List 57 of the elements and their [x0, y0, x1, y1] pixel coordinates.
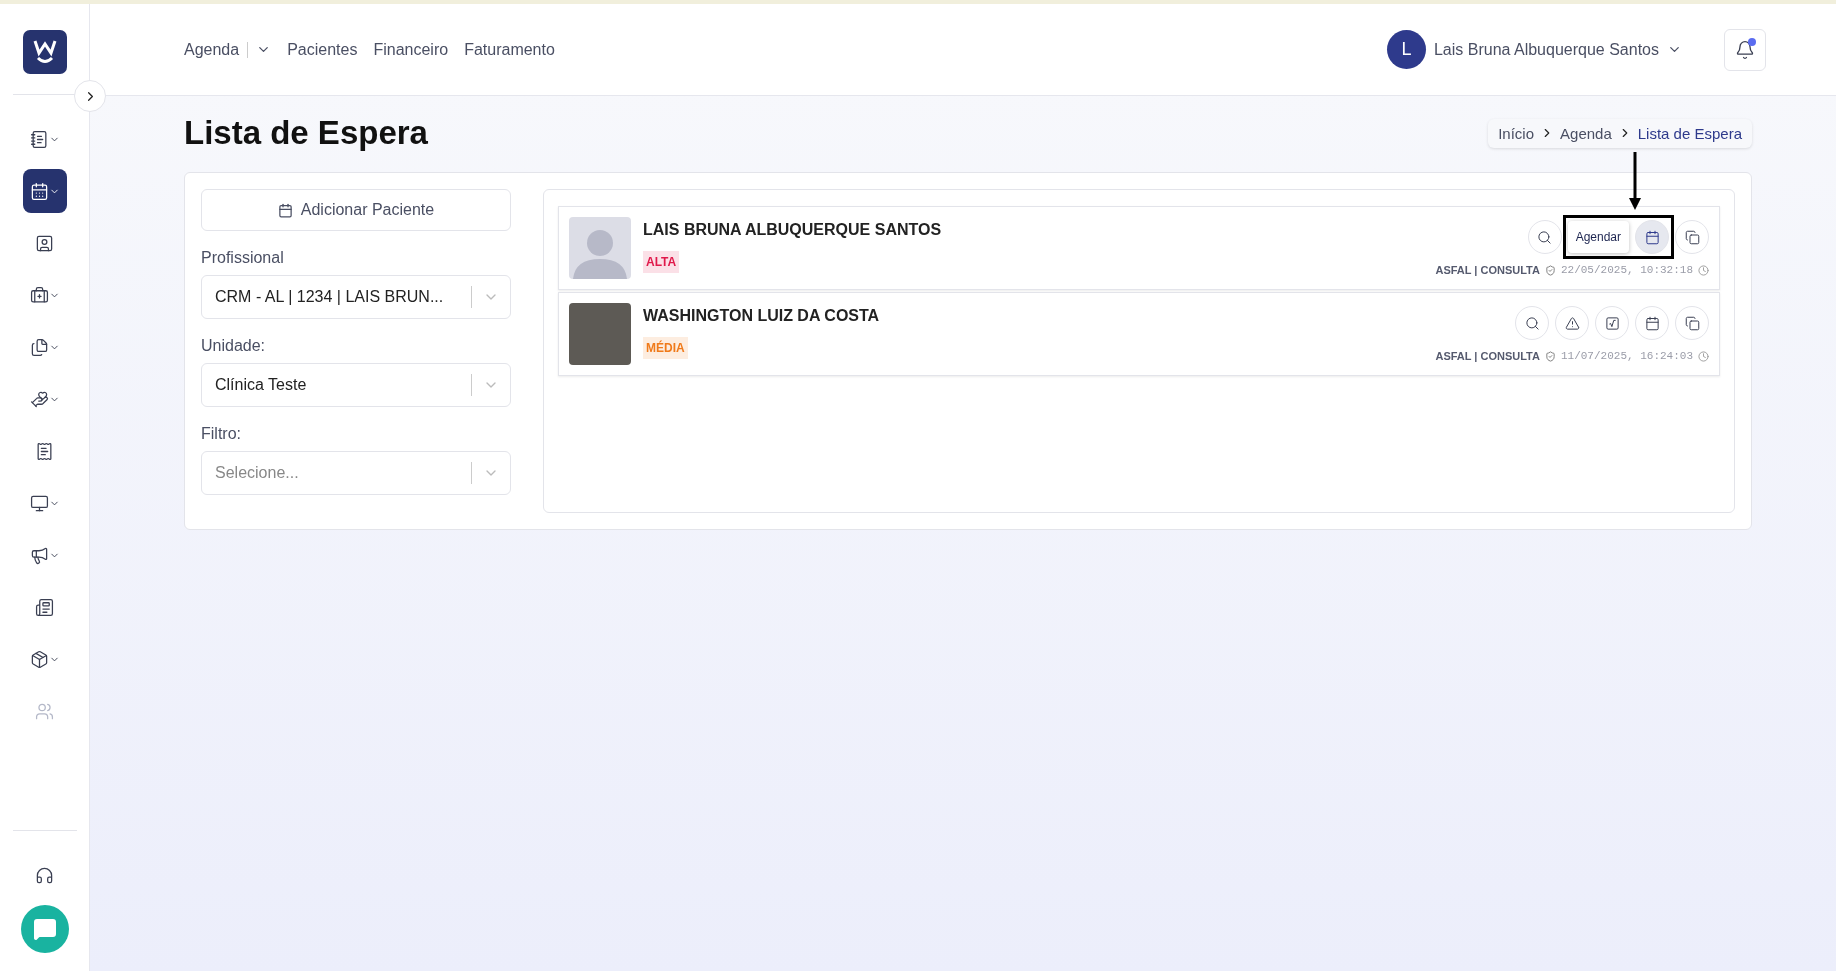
clock-icon [1698, 264, 1709, 276]
warning-button[interactable] [1555, 306, 1589, 340]
nav-link[interactable]: Faturamento [464, 40, 555, 59]
copy-icon [1684, 315, 1700, 331]
service-label: ASFAL | CONSULTA [1435, 350, 1540, 362]
search-button[interactable] [1515, 306, 1549, 340]
priority-tag: MÉDIA [643, 337, 688, 359]
calendar-icon [1644, 229, 1660, 245]
copy-icon [1684, 229, 1700, 245]
search-icon [1537, 229, 1553, 245]
date-time: 11/07/2025, 16:24:03 [1560, 350, 1693, 362]
shield-icon [1544, 264, 1556, 276]
breadcrumb-link[interactable]: Início [1498, 124, 1535, 142]
formula-button[interactable] [1595, 306, 1629, 340]
field-label: Profissional [201, 249, 285, 267]
priority-tag: ALTA [643, 251, 680, 273]
user-menu[interactable]: L Lais Bruna Albuquerque Santos [1380, 29, 1688, 70]
breadcrumb-link[interactable]: Lista de Espera [1637, 124, 1742, 142]
add-patient-button[interactable]: Adicionar Paciente [201, 189, 511, 231]
nav-link[interactable]: Agenda [184, 40, 272, 59]
sidebar-item[interactable] [22, 169, 67, 213]
tooltip: Agendar [1567, 221, 1629, 253]
chat-icon [32, 917, 57, 941]
copy-button[interactable] [1675, 220, 1709, 254]
nav-link[interactable]: Financeiro [373, 40, 449, 59]
shield-icon [1544, 350, 1556, 362]
field-label: Unidade: [201, 337, 267, 355]
notifications-button[interactable] [1724, 28, 1766, 71]
chat-button[interactable] [20, 905, 69, 953]
patient-row[interactable]: LAIS BRUNA ALBUQUERQUE SANTOS ALTA Agendar ASFAL | CONSULTA 22/05/2025, 10:32:18 [558, 206, 1720, 290]
search-icon [1524, 315, 1540, 331]
service-label: ASFAL | CONSULTA [1435, 264, 1540, 276]
bell-icon [1735, 39, 1755, 60]
calendar-icon [1644, 315, 1660, 331]
page-title: Lista de Espera [184, 114, 428, 152]
select-field[interactable]: CRM - AL | 1234 | LAIS BRUN... [201, 275, 511, 319]
patient-name: LAIS BRUNA ALBUQUERQUE SANTOS [643, 221, 943, 239]
app-logo[interactable] [22, 30, 67, 74]
annotation-arrow [1629, 152, 1641, 212]
headset-icon [35, 865, 54, 885]
calendar-icon [277, 202, 293, 218]
calendar-button[interactable] [1635, 220, 1669, 254]
nav-link[interactable]: Pacientes [287, 40, 358, 59]
patient-row[interactable]: WASHINGTON LUIZ DA COSTA MÉDIA ASFAL | CONSULTA 11/07/2025, 16:24:03 [558, 292, 1720, 376]
clock-icon [1698, 350, 1709, 362]
field-label: Filtro: [201, 425, 242, 443]
user-avatar: L [1386, 30, 1426, 69]
select-field[interactable]: Clínica Teste [201, 363, 511, 407]
calendar-button[interactable] [1635, 306, 1669, 340]
select-field[interactable]: Selecione... [201, 451, 511, 495]
warning-icon [1564, 315, 1580, 331]
square-root-icon [1604, 315, 1620, 331]
search-button[interactable] [1527, 220, 1562, 254]
date-time: 22/05/2025, 10:32:18 [1560, 264, 1693, 276]
breadcrumb-link[interactable]: Agenda [1560, 124, 1612, 142]
patient-name: WASHINGTON LUIZ DA COSTA [643, 307, 881, 325]
copy-button[interactable] [1675, 306, 1709, 340]
